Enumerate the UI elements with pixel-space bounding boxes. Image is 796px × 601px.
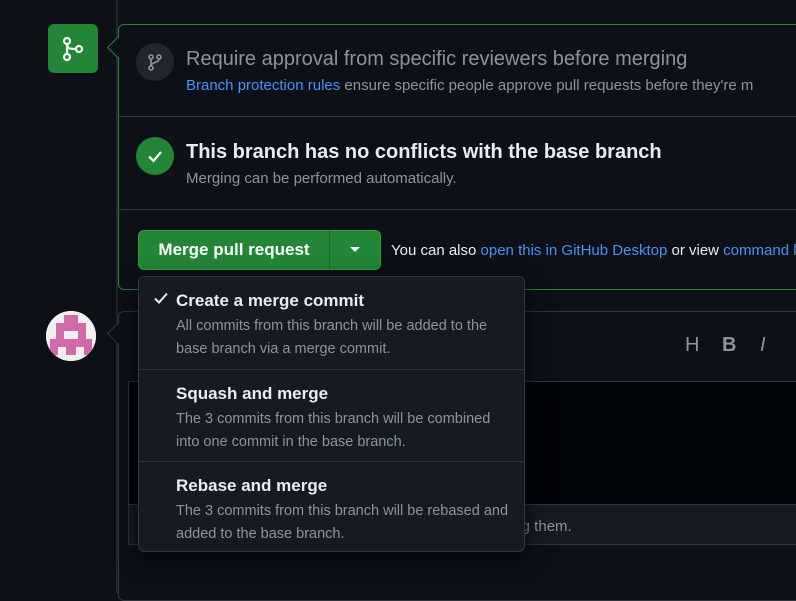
conflicts-title: This branch has no conflicts with the ba…: [186, 141, 662, 163]
menu-item-rebase-and-merge[interactable]: Rebase and merge The 3 commits from this…: [139, 461, 524, 551]
section-divider: [119, 116, 796, 117]
check-icon: [154, 292, 168, 304]
merge-pull-request-button[interactable]: Merge pull request: [138, 230, 330, 270]
git-merge-icon: [48, 24, 98, 73]
also-middle: or view: [667, 242, 724, 259]
merge-method-dropdown-button[interactable]: [329, 230, 381, 270]
italic-button[interactable]: I: [760, 334, 766, 357]
avatar[interactable]: [46, 311, 96, 361]
menu-item-description: All commits from this branch will be add…: [176, 318, 488, 357]
branch-icon: [136, 43, 174, 81]
command-line-link[interactable]: command l: [723, 242, 796, 259]
menu-item-title: Create a merge commit: [176, 291, 365, 310]
also-text: You can also open this in GitHub Desktop…: [391, 242, 796, 259]
menu-item-create-merge-commit[interactable]: Create a merge commit All commits from t…: [139, 277, 524, 369]
menu-item-description: The 3 commits from this branch will be r…: [176, 503, 509, 542]
check-circle-icon: [136, 137, 174, 175]
branch-protection-link[interactable]: Branch protection rules: [186, 77, 340, 94]
bold-button[interactable]: B: [722, 334, 736, 357]
section-divider: [119, 209, 796, 210]
menu-item-title: Squash and merge: [176, 384, 329, 403]
menu-item-description: The 3 commits from this branch will be c…: [176, 411, 491, 450]
menu-item-title: Rebase and merge: [176, 476, 328, 495]
open-github-desktop-link[interactable]: open this in GitHub Desktop: [481, 242, 668, 259]
triangle-down-icon: [350, 247, 360, 252]
reviewers-title: Require approval from specific reviewers…: [186, 48, 688, 70]
reviewers-text: ensure specific people approve pull requ…: [340, 77, 754, 94]
also-prefix: You can also: [391, 242, 481, 259]
menu-item-squash-and-merge[interactable]: Squash and merge The 3 commits from this…: [139, 369, 524, 461]
heading-button[interactable]: H: [685, 334, 699, 357]
reviewers-subtitle: Branch protection rules ensure specific …: [186, 77, 753, 94]
merge-method-menu: Create a merge commit All commits from t…: [138, 276, 525, 552]
conflicts-subtitle: Merging can be performed automatically.: [186, 170, 457, 187]
